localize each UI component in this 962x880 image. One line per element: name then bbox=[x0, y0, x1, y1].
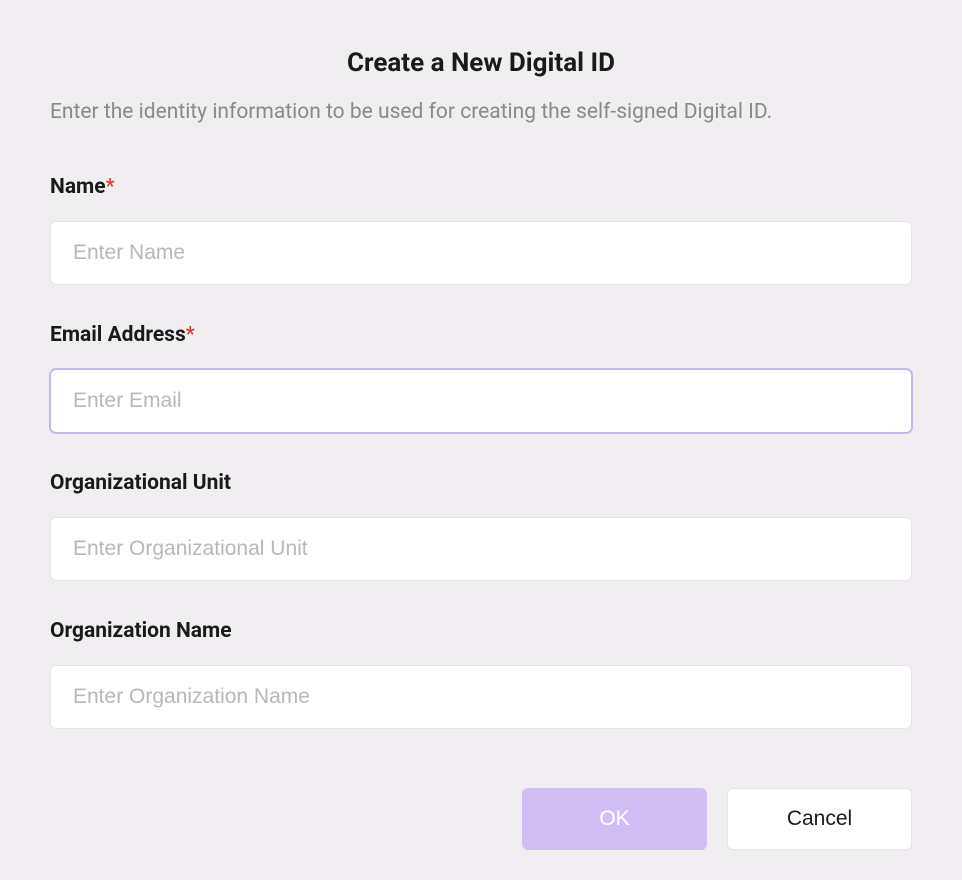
name-group: Name* bbox=[50, 175, 912, 285]
create-digital-id-dialog: Create a New Digital ID Enter the identi… bbox=[0, 0, 962, 880]
org-unit-label: Organizational Unit bbox=[50, 471, 912, 495]
required-marker: * bbox=[186, 323, 195, 347]
org-name-group: Organization Name bbox=[50, 619, 912, 729]
org-name-input[interactable] bbox=[50, 665, 912, 729]
email-input[interactable] bbox=[50, 369, 912, 433]
ok-button[interactable]: OK bbox=[522, 788, 707, 850]
name-label: Name* bbox=[50, 175, 912, 199]
cancel-button[interactable]: Cancel bbox=[727, 788, 912, 850]
name-label-text: Name bbox=[50, 175, 106, 199]
dialog-title: Create a New Digital ID bbox=[50, 48, 912, 78]
org-unit-input[interactable] bbox=[50, 517, 912, 581]
name-input[interactable] bbox=[50, 221, 912, 285]
email-label-text: Email Address bbox=[50, 323, 186, 347]
org-name-label: Organization Name bbox=[50, 619, 912, 643]
email-label: Email Address* bbox=[50, 323, 912, 347]
required-marker: * bbox=[106, 175, 115, 199]
email-group: Email Address* bbox=[50, 323, 912, 433]
dialog-subtitle: Enter the identity information to be use… bbox=[50, 98, 912, 127]
org-unit-group: Organizational Unit bbox=[50, 471, 912, 581]
button-row: OK Cancel bbox=[50, 788, 912, 850]
